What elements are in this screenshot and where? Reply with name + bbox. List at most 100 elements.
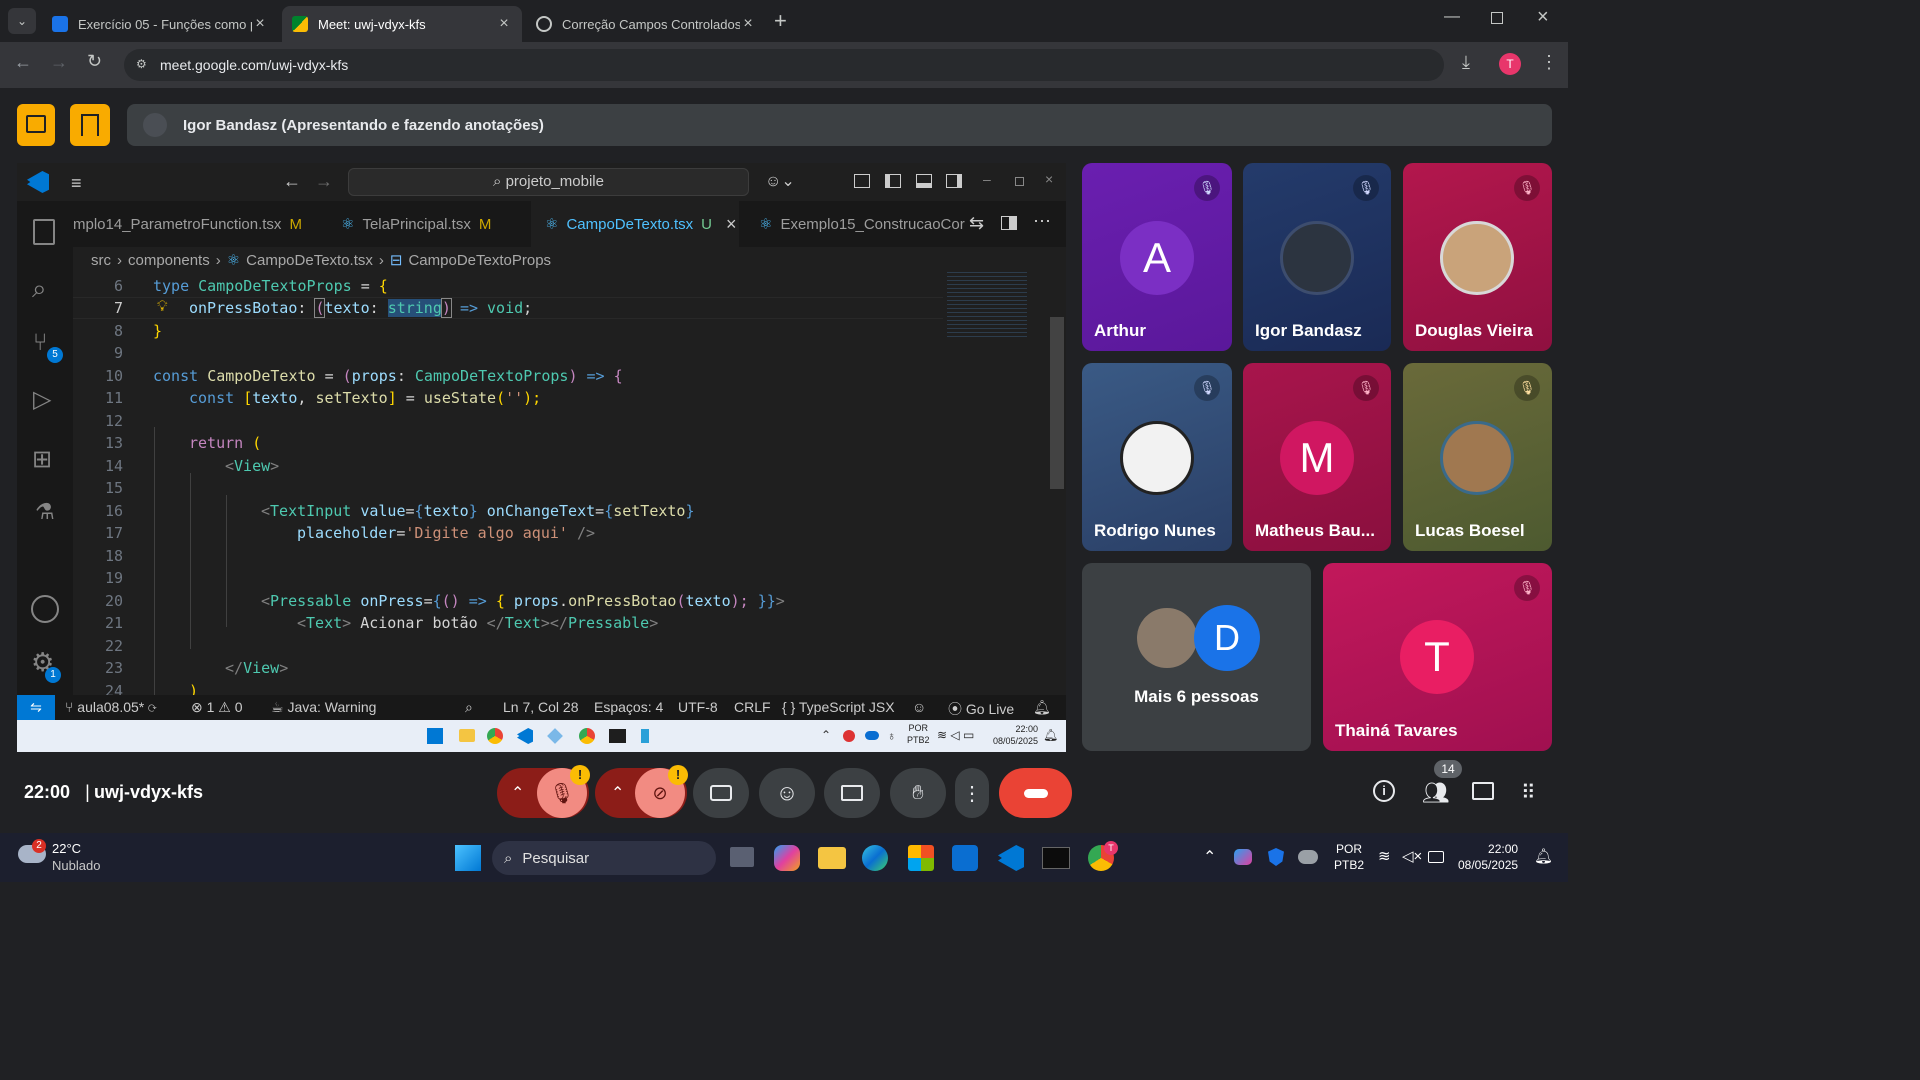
participant-tile[interactable]: M 🎙︎ Matheus Bau... [1243,363,1391,551]
open-changes-icon[interactable]: ⇆ [969,213,984,234]
leave-call-button[interactable] [999,768,1072,818]
present-button[interactable] [824,768,880,818]
breadcrumb-item[interactable]: src [91,252,111,269]
defender-icon[interactable] [1268,848,1284,866]
restore-icon[interactable] [1491,12,1503,24]
close-icon[interactable]: × [740,15,756,33]
participant-tile[interactable]: 🎙︎ Rodrigo Nunes [1082,363,1232,551]
edge-icon[interactable] [862,845,888,871]
start-icon[interactable] [455,845,481,871]
editor-tab[interactable]: mplo14_ParametroFunction.tsx M [73,201,316,247]
breadcrumb-item[interactable]: components [128,252,210,269]
reload-icon[interactable]: ↻ [87,51,102,72]
taskbar-search[interactable]: ⌕ Pesquisar [492,841,716,875]
store-icon[interactable] [908,845,934,871]
source-control-icon[interactable]: ⑂ [33,329,47,357]
raise-hand-button[interactable]: ✋︎ [890,768,946,818]
outlook-icon[interactable] [952,845,978,871]
network-cloud-icon[interactable] [1298,850,1318,864]
site-info-icon[interactable]: ⚙ [136,57,147,71]
browser-tab[interactable]: Correção Campos Controlados × [526,6,766,42]
download-icon[interactable]: ⤓ [1462,52,1470,73]
close-icon[interactable]: × [726,214,737,235]
reactions-button[interactable]: ☺ [759,768,815,818]
profile-avatar[interactable]: T [1499,53,1521,75]
notification-bell-icon[interactable]: 🔔︎ [1534,847,1553,865]
run-debug-icon[interactable]: ▷ [33,385,51,414]
testing-icon[interactable]: ⚗ [35,499,55,525]
close-window-icon[interactable]: × [1537,6,1549,29]
split-editor-icon[interactable] [1001,216,1017,230]
annotation-toolbar-button[interactable] [70,104,110,146]
vscode-close-icon[interactable]: × [1045,171,1053,187]
lightbulb-icon[interactable]: 💡︎ [157,297,168,315]
problems-indicator[interactable]: ⊗ 1 ⚠ 0 [191,699,243,716]
more-participants-tile[interactable]: D Mais 6 pessoas [1082,563,1311,751]
editor-tab[interactable]: ⚛ Exemplo15_ConstrucaoCor [745,201,965,247]
toggle-panel-icon[interactable] [916,174,932,188]
toggle-secondary-sidebar-icon[interactable] [946,174,962,188]
browser-menu-icon[interactable]: ⋮ [1540,52,1558,73]
zoom-icon[interactable]: ⌕ [465,699,473,716]
wifi-icon[interactable]: ≋ [1378,847,1391,865]
chat-icon[interactable] [1472,782,1494,800]
people-icon[interactable]: 👥︎ [1422,780,1450,806]
code-editor[interactable]: 6 7 8 9 10 11 12 13 14 15 16 17 18 19 20… [73,273,1013,695]
menu-hamburger-icon[interactable]: ≡ [71,173,82,194]
language-indicator[interactable]: POR PTB2 [1334,841,1364,873]
participant-tile[interactable]: 🎙︎ Douglas Vieira [1403,163,1552,351]
forward-icon[interactable]: → [50,52,68,73]
breadcrumb-item[interactable]: CampoDeTexto.tsx [246,252,373,269]
close-icon[interactable]: × [496,15,512,33]
participant-tile[interactable]: A 🎙︎ Arthur [1082,163,1232,351]
more-options-button[interactable]: ⋮ [955,768,989,818]
browser-tab[interactable]: Exercício 05 - Funções como pa × [42,6,278,42]
copilot-icon[interactable]: ☺⌄ [765,171,795,191]
more-actions-icon[interactable]: ⋯ [1033,211,1051,232]
notifications-bell-icon[interactable]: 🔔︎ [1033,699,1051,716]
explorer-icon[interactable] [33,219,55,245]
language-mode[interactable]: { } TypeScript JSX [782,699,895,715]
tab-search-button[interactable]: ⌄ [8,8,36,34]
vscode-restore-icon[interactable] [1015,177,1024,186]
encoding[interactable]: UTF-8 [678,699,718,715]
search-icon[interactable]: ⌕ [32,273,47,305]
task-view-icon[interactable] [730,847,754,867]
captions-button[interactable] [693,768,749,818]
command-center-search[interactable]: ⌕ projeto_mobile [348,168,749,196]
back-icon[interactable]: ← [14,52,32,73]
file-explorer-icon[interactable] [818,847,846,869]
toggle-sidebar-icon[interactable] [885,174,901,188]
vscode-minimize-icon[interactable]: – [983,171,991,187]
activities-icon[interactable]: ⠿ [1521,780,1536,805]
editor-tab[interactable]: ⚛ TelaPrincipal.tsx M [327,201,505,247]
line-ending[interactable]: CRLF [734,699,771,715]
browser-tab[interactable]: Meet: uwj-vdyx-kfs × [282,6,522,42]
clock[interactable]: 22:00 08/05/2025 [1458,841,1518,873]
terminal-icon[interactable] [1042,847,1070,869]
participant-tile[interactable]: 🎙︎ Lucas Boesel [1403,363,1552,551]
volume-icon[interactable]: ◁× [1402,847,1422,865]
address-bar[interactable]: ⚙ meet.google.com/uwj-vdyx-kfs [124,49,1444,81]
meeting-details-icon[interactable]: i [1373,780,1395,802]
battery-icon[interactable] [1428,851,1444,863]
indentation[interactable]: Espaços: 4 [594,699,663,715]
java-status[interactable]: ☕︎ Java: Warning [271,699,376,716]
nav-forward-icon[interactable]: → [315,171,333,192]
nav-back-icon[interactable]: ← [283,171,301,192]
participant-tile[interactable]: 🎙︎ Igor Bandasz [1243,163,1391,351]
customize-layout-icon[interactable] [854,174,870,188]
breadcrumb-item[interactable]: CampoDeTextoProps [408,252,551,269]
minimap[interactable] [947,269,1027,339]
git-branch[interactable]: ⑂ aula08.05* ⟳ [65,699,157,715]
cursor-position[interactable]: Ln 7, Col 28 [503,699,579,715]
copilot-status-icon[interactable]: ☺ [912,699,926,715]
stop-presentation-button[interactable] [17,104,55,146]
self-tile[interactable]: T 🎙︎ Thainá Tavares [1323,563,1552,751]
minimize-icon[interactable]: — [1444,8,1460,26]
editor-scrollbar[interactable] [1050,317,1064,489]
copilot-tray-icon[interactable] [1234,849,1252,865]
copilot-icon[interactable] [774,845,800,871]
editor-tab-active[interactable]: ⚛ CampoDeTexto.tsx U × [531,201,739,247]
remote-indicator[interactable]: ⇋ [17,695,55,720]
